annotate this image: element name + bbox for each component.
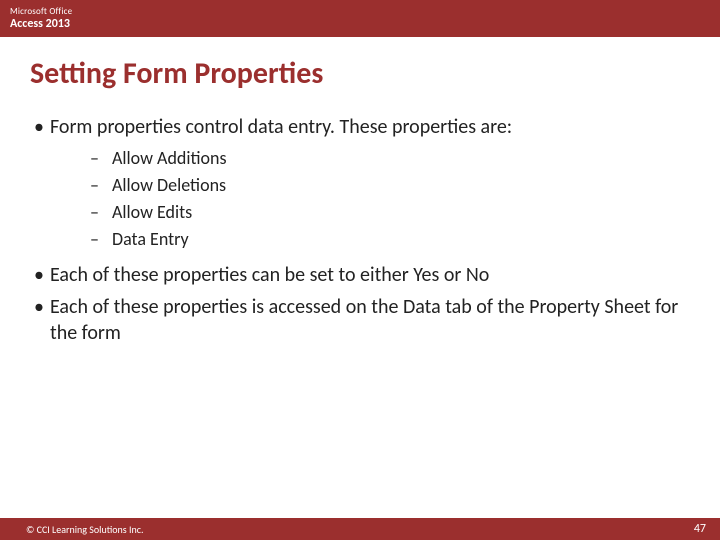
- sub-bullet-item: – Allow Deletions: [90, 173, 686, 198]
- sub-bullet-marker: –: [90, 146, 112, 171]
- sub-bullet-text: Allow Additions: [112, 146, 227, 171]
- brand-line: Microsoft Office: [10, 6, 710, 17]
- sub-bullet-text: Data Entry: [112, 227, 189, 252]
- sub-bullet-item: – Data Entry: [90, 227, 686, 252]
- bullet-marker: •: [34, 294, 50, 320]
- sub-bullet-text: Allow Deletions: [112, 173, 226, 198]
- sub-bullet-marker: –: [90, 200, 112, 225]
- sub-bullet-marker: –: [90, 227, 112, 252]
- bullet-marker: •: [34, 114, 50, 140]
- slide-title: Setting Form Properties: [30, 55, 720, 92]
- page-number: 47: [694, 522, 706, 536]
- product-line: Access 2013: [10, 17, 710, 31]
- footer-band: © CCI Learning Solutions Inc. 47: [0, 518, 720, 540]
- bullet-item: • Form properties control data entry. Th…: [34, 114, 686, 140]
- sub-bullet-marker: –: [90, 173, 112, 198]
- header-band: Microsoft Office Access 2013: [0, 0, 720, 37]
- copyright-text: © CCI Learning Solutions Inc.: [26, 523, 144, 536]
- bullet-item: • Each of these properties is accessed o…: [34, 294, 686, 346]
- slide-body: • Form properties control data entry. Th…: [0, 114, 720, 518]
- sub-bullet-item: – Allow Edits: [90, 200, 686, 225]
- bullet-text: Each of these properties is accessed on …: [50, 294, 686, 346]
- bullet-text: Form properties control data entry. Thes…: [50, 114, 686, 140]
- bullet-item: • Each of these properties can be set to…: [34, 262, 686, 288]
- bullet-marker: •: [34, 262, 50, 288]
- sub-bullet-item: – Allow Additions: [90, 146, 686, 171]
- slide: Microsoft Office Access 2013 Setting For…: [0, 0, 720, 540]
- sub-bullet-text: Allow Edits: [112, 200, 192, 225]
- sub-bullet-list: – Allow Additions – Allow Deletions – Al…: [90, 146, 686, 252]
- bullet-text: Each of these properties can be set to e…: [50, 262, 686, 288]
